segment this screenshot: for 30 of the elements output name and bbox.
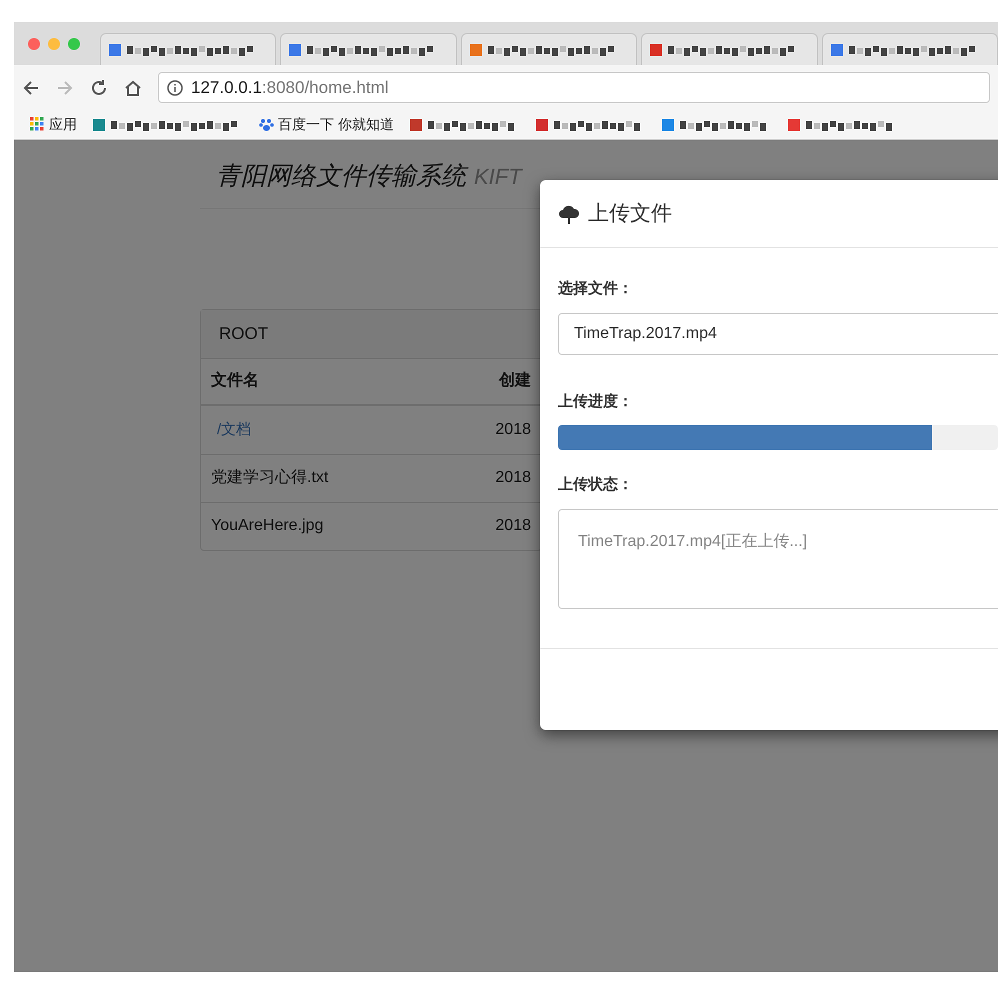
panel-heading: ROOT bbox=[201, 310, 541, 358]
paw-icon bbox=[259, 117, 274, 132]
apps-grid-icon bbox=[30, 117, 45, 132]
browser-tab[interactable] bbox=[641, 33, 818, 65]
browser-tab[interactable] bbox=[100, 33, 276, 65]
info-icon bbox=[167, 80, 183, 96]
column-header: 文件名 bbox=[211, 370, 260, 391]
browser-tab[interactable] bbox=[280, 33, 457, 65]
file-name: 党建学习心得.txt bbox=[211, 469, 328, 486]
status-box: TimeTrap.2017.mp4[正在上传...] bbox=[558, 508, 998, 608]
url-text: 127.0.0.1:8080/home.html bbox=[191, 76, 389, 99]
date-cell-text: 2018 bbox=[495, 420, 531, 440]
home-icon[interactable] bbox=[124, 78, 142, 96]
column-header: 创建 bbox=[499, 370, 531, 391]
file-input[interactable]: TimeTrap.2017.mp4 bbox=[558, 312, 998, 354]
bookmark[interactable]: 应用 bbox=[30, 114, 77, 135]
reload-icon[interactable] bbox=[90, 78, 108, 96]
browser-tab[interactable] bbox=[822, 33, 998, 65]
field-label: 上传进度： bbox=[558, 392, 634, 412]
field-label: 上传状态： bbox=[558, 475, 634, 495]
date-cell-text: 2018 bbox=[495, 468, 531, 488]
page-title: 青阳网络文件传输系统 bbox=[216, 158, 466, 196]
bookmark[interactable]: 百度一下 你就知道 bbox=[259, 114, 394, 135]
file-name: YouAreHere.jpg bbox=[211, 517, 324, 534]
field-label: 选择文件： bbox=[558, 279, 634, 299]
back-icon[interactable] bbox=[22, 78, 40, 96]
address-bar[interactable]: 127.0.0.1:8080/home.html bbox=[158, 72, 990, 103]
date-cell-text: 2018 bbox=[495, 516, 531, 536]
browser-tab[interactable] bbox=[460, 33, 638, 65]
dialog-title: 上传文件 bbox=[588, 200, 672, 227]
